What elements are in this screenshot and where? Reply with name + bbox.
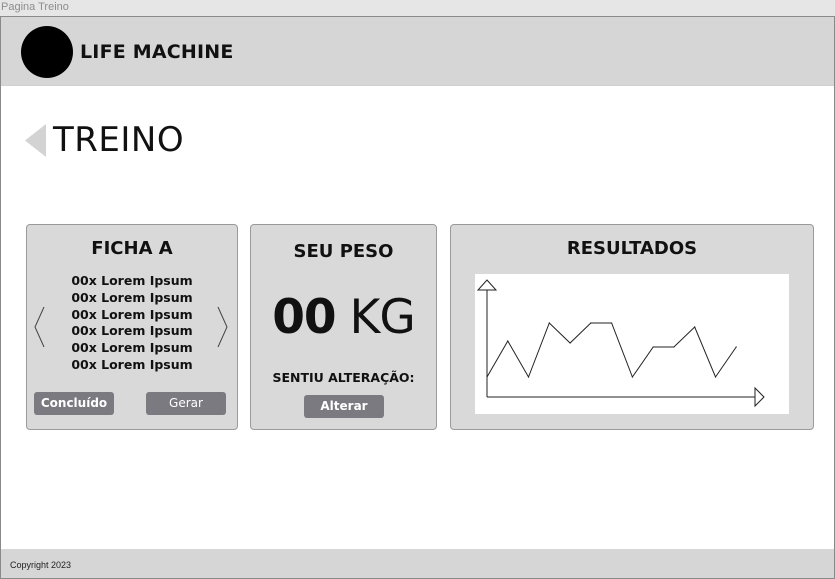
done-button[interactable]: Concluído [34,392,114,415]
list-item: 00x Lorem Ipsum [71,306,193,322]
exercise-list: 00x Lorem Ipsum 00x Lorem Ipsum 00x Lore… [27,273,237,374]
weight-display: 00 KG [251,290,436,345]
app-header: LIFE MACHINE [1,17,834,86]
results-data-point [714,376,717,378]
results-data-point [694,326,696,328]
app-frame: LIFE MACHINE TREINO FICHA A 00x Lorem Ip… [0,16,835,579]
list-item: 00x Lorem Ipsum [71,289,193,305]
change-weight-button[interactable]: Alterar [304,395,384,418]
results-data-point [507,340,509,342]
weight-unit: KG [349,290,416,345]
results-chart-svg [476,279,765,408]
ficha-title: FICHA A [91,238,173,259]
logo-circle-icon [21,26,73,78]
weight-value: 00 [272,290,336,345]
brand-name: LIFE MACHINE [80,41,234,63]
results-data-point [673,346,675,348]
results-card: RESULTADOS [450,224,814,430]
ficha-card: FICHA A 00x Lorem Ipsum 00x Lorem Ipsum … [26,224,238,430]
list-item: 00x Lorem Ipsum [71,356,193,372]
copyright-text: Copyright 2023 [10,560,72,570]
weight-title: SEU PESO [293,241,394,262]
results-title: RESULTADOS [566,238,698,259]
results-data-point [527,376,530,378]
app-footer: Copyright 2023 [1,549,834,578]
window-title: Pagina Treino [1,1,69,13]
results-data-point [569,342,571,344]
results-series-line [486,322,737,379]
list-item: 00x Lorem Ipsum [71,323,193,339]
weight-card: SEU PESO 00 KG SENTIU ALTERAÇÃO: Alterar [250,224,437,430]
chevron-right-icon[interactable] [215,305,229,349]
results-data-point [590,322,592,324]
window-titlebar: Pagina Treino [0,0,835,16]
list-item: 00x Lorem Ipsum [71,340,193,356]
results-data-point [548,322,550,324]
list-item: 00x Lorem Ipsum [71,273,193,288]
page-title: TREINO [53,120,185,160]
results-data-point [735,346,737,348]
results-chart [475,274,789,414]
weight-change-question: SENTIU ALTERAÇÃO: [272,370,415,385]
results-data-point [611,322,613,324]
x-axis-arrowhead [754,386,765,408]
generate-button[interactable]: Gerar [146,392,226,415]
chevron-left-icon[interactable] [33,305,47,349]
back-triangle-icon[interactable] [25,124,47,157]
y-axis-arrowhead [476,279,498,291]
results-data-point [652,346,654,348]
results-data-point [486,376,488,378]
results-data-point [631,376,633,378]
